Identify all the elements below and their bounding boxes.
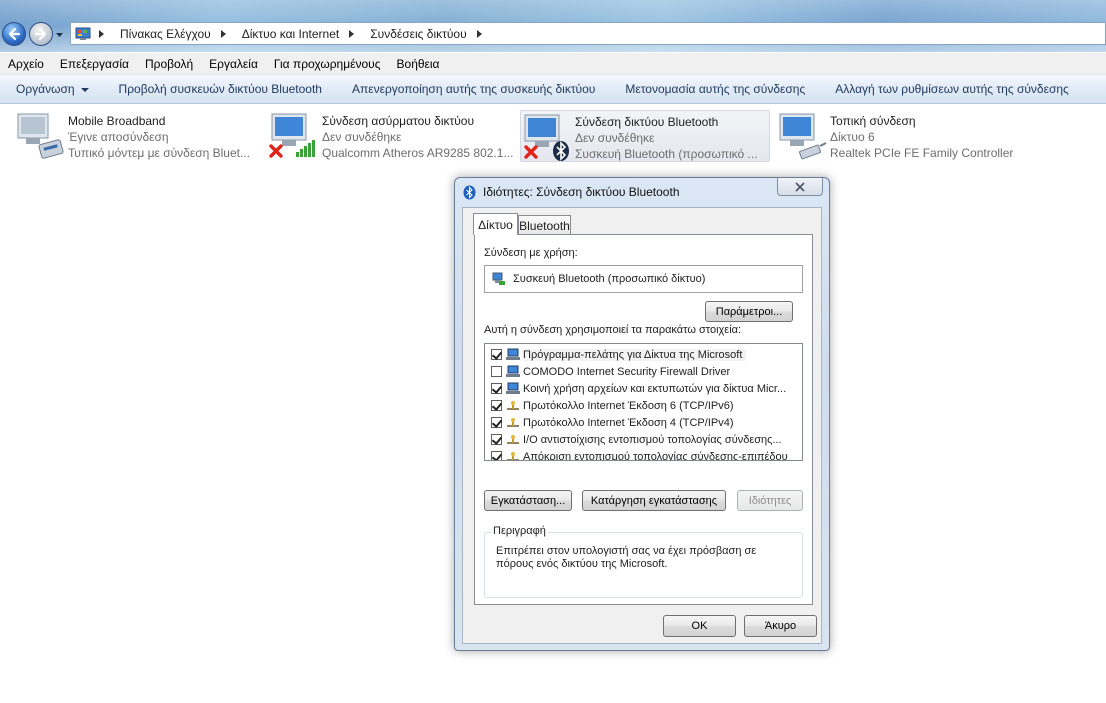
rename-connection-button[interactable]: Μετονομασία αυτής της σύνδεσης bbox=[610, 82, 820, 96]
connection-wireless[interactable]: Σύνδεση ασύρματου δικτύου Δεν συνδέθηκε … bbox=[268, 110, 518, 162]
arrow-left-icon bbox=[8, 27, 21, 41]
command-bar: Οργάνωση Προβολή συσκευών δικτύου Blueto… bbox=[0, 75, 1106, 104]
connection-mobile-broadband[interactable]: Mobile Broadband Έγινε αποσύνδεση Τυπικό… bbox=[14, 110, 264, 162]
menu-advanced[interactable]: Για προχωρημένους bbox=[266, 57, 389, 71]
connection-device: Qualcomm Atheros AR9285 802.1... bbox=[322, 146, 514, 160]
breadcrumb-network-connections[interactable]: Συνδέσεις δικτύου bbox=[370, 27, 491, 41]
network-adapter-icon bbox=[17, 113, 64, 159]
item-checkbox[interactable] bbox=[491, 366, 502, 377]
network-client-icon bbox=[505, 365, 523, 379]
connection-device: Τυπικό μόντεμ με σύνδεση Bluet... bbox=[68, 146, 250, 160]
connection-device: Realtek PCIe FE Family Controller bbox=[830, 146, 1014, 160]
menu-view[interactable]: Προβολή bbox=[137, 57, 201, 71]
organize-button[interactable]: Οργάνωση bbox=[0, 82, 104, 96]
network-client-icon bbox=[505, 382, 523, 396]
menu-edit[interactable]: Επεξεργασία bbox=[52, 57, 137, 71]
disable-device-button[interactable]: Απενεργοποίηση αυτής της συσκευής δικτύο… bbox=[337, 82, 610, 96]
properties-dialog: Ιδιότητες: Σύνδεση δικτύου Bluetooth Δίκ… bbox=[454, 177, 830, 651]
network-adapter-icon bbox=[492, 272, 505, 285]
item-label: Απόκριση εντοπισμού τοπολογίας σύνδεσης-… bbox=[523, 450, 788, 461]
breadcrumb-control-panel[interactable]: Πίνακας Ελέγχου bbox=[120, 27, 236, 41]
network-client-icon bbox=[505, 348, 523, 362]
item-label: Πρόγραμμα-πελάτης για Δίκτυα της Microso… bbox=[523, 348, 747, 361]
list-item[interactable]: Πρωτόκολλο Internet Έκδοση 6 (TCP/IPv6) bbox=[485, 397, 802, 414]
list-item[interactable]: Πρωτόκολλο Internet Έκδοση 4 (TCP/IPv4) bbox=[485, 414, 802, 431]
uninstall-button[interactable]: Κατάργηση εγκατάστασης bbox=[582, 490, 726, 511]
connection-status: Δεν συνδέθηκε bbox=[575, 131, 655, 145]
address-strip: Πίνακας Ελέγχου Δίκτυο και Internet Συνδ… bbox=[0, 0, 1106, 52]
item-label: Πρωτόκολλο Internet Έκδοση 4 (TCP/IPv4) bbox=[523, 416, 734, 429]
address-bar[interactable]: Πίνακας Ελέγχου Δίκτυο και Internet Συνδ… bbox=[70, 22, 1106, 45]
back-button[interactable] bbox=[2, 22, 26, 46]
close-icon bbox=[795, 181, 805, 192]
item-label: Κοινή χρήση αρχείων και εκτυπωτών για δί… bbox=[523, 382, 787, 395]
network-tab-page: Σύνδεση με χρήση: Συσκευή Bluetooth (προ… bbox=[474, 234, 813, 605]
item-checkbox[interactable] bbox=[491, 434, 502, 445]
breadcrumb-network-internet[interactable]: Δίκτυο και Internet bbox=[242, 27, 364, 41]
connection-name: Mobile Broadband bbox=[68, 114, 166, 128]
ethernet-adapter-icon bbox=[779, 113, 827, 160]
item-checkbox[interactable] bbox=[491, 451, 502, 460]
connection-name: Σύνδεση ασύρματου δικτύου bbox=[322, 114, 475, 128]
connection-status: Έγινε αποσύνδεση bbox=[68, 130, 169, 144]
connection-name: Σύνδεση δικτύου Bluetooth bbox=[575, 115, 719, 129]
device-field: Συσκευή Bluetooth (προσωπικό δίκτυο) bbox=[484, 265, 803, 293]
item-label: Πρωτόκολλο Internet Έκδοση 6 (TCP/IPv6) bbox=[523, 399, 734, 412]
connection-status: Δίκτυο 6 bbox=[830, 130, 875, 144]
bluetooth-adapter-icon bbox=[524, 114, 569, 161]
menu-tools[interactable]: Εργαλεία bbox=[201, 57, 266, 71]
arrow-right-icon bbox=[34, 27, 47, 41]
menu-bar: Αρχείο Επεξεργασία Προβολή Εργαλεία Για … bbox=[0, 53, 1106, 75]
protocol-icon bbox=[505, 416, 523, 430]
forward-button[interactable] bbox=[29, 22, 53, 46]
list-item[interactable]: Κοινή χρήση αρχείων και εκτυπωτών για δί… bbox=[485, 380, 802, 397]
device-name: Συσκευή Bluetooth (προσωπικό δίκτυο) bbox=[513, 273, 706, 285]
properties-button: Ιδιότητες bbox=[737, 490, 803, 511]
item-label: COMODO Internet Security Firewall Driver bbox=[523, 365, 731, 378]
connect-using-label: Σύνδεση με χρήση: bbox=[484, 247, 578, 259]
tab-bluetooth[interactable]: Bluetooth bbox=[518, 215, 571, 235]
control-panel-icon bbox=[75, 27, 91, 40]
connection-status: Δεν συνδέθηκε bbox=[322, 130, 402, 144]
connection-bluetooth[interactable]: Σύνδεση δικτύου Bluetooth Δεν συνδέθηκε … bbox=[520, 110, 770, 162]
breadcrumb-sep-root[interactable] bbox=[97, 29, 114, 38]
recent-pages-dropdown[interactable] bbox=[55, 30, 64, 39]
wireless-adapter-icon bbox=[269, 113, 315, 158]
item-checkbox[interactable] bbox=[491, 417, 502, 428]
configure-button[interactable]: Παράμετροι... bbox=[705, 301, 793, 322]
protocol-icon bbox=[505, 433, 523, 447]
list-item[interactable]: Απόκριση εντοπισμού τοπολογίας σύνδεσης-… bbox=[485, 448, 802, 461]
list-item[interactable]: COMODO Internet Security Firewall Driver bbox=[485, 363, 802, 380]
item-checkbox[interactable] bbox=[491, 349, 502, 360]
bluetooth-icon bbox=[463, 185, 476, 200]
description-group: Περιγραφή Επιτρέπει στον υπολογιστή σας … bbox=[484, 525, 803, 598]
items-label: Αυτή η σύνδεση χρησιμοποιεί τα παρακάτω … bbox=[484, 324, 742, 336]
protocol-icon bbox=[505, 450, 523, 460]
protocol-icon bbox=[505, 399, 523, 413]
item-checkbox[interactable] bbox=[491, 400, 502, 411]
dialog-title: Ιδιότητες: Σύνδεση δικτύου Bluetooth bbox=[483, 185, 680, 199]
tab-network[interactable]: Δίκτυο bbox=[473, 213, 518, 235]
item-label: I/O αντιστοίχισης εντοπισμού τοπολογίας … bbox=[523, 433, 782, 446]
dialog-body: Δίκτυο Bluetooth Σύνδεση με χρήση: Συσκε… bbox=[462, 207, 822, 644]
connection-name: Τοπική σύνδεση bbox=[830, 114, 916, 128]
close-button[interactable] bbox=[777, 178, 823, 196]
view-bluetooth-devices-button[interactable]: Προβολή συσκευών δικτύου Bluetooth bbox=[104, 82, 337, 96]
chevron-down-icon bbox=[80, 87, 89, 92]
menu-help[interactable]: Βοήθεια bbox=[389, 57, 448, 71]
list-item[interactable]: Πρόγραμμα-πελάτης για Δίκτυα της Microso… bbox=[485, 346, 802, 363]
description-text: Επιτρέπει στον υπολογιστή σας να έχει πρ… bbox=[496, 545, 757, 570]
ok-button[interactable]: OK bbox=[663, 615, 736, 637]
component-list: Πρόγραμμα-πελάτης για Δίκτυα της Microso… bbox=[484, 343, 803, 461]
cancel-button[interactable]: Άκυρο bbox=[744, 615, 817, 637]
install-button[interactable]: Εγκατάσταση... bbox=[484, 490, 572, 511]
connection-device: Συσκευή Bluetooth (προσωπικό ... bbox=[575, 147, 758, 161]
connection-local[interactable]: Τοπική σύνδεση Δίκτυο 6 Realtek PCIe FE … bbox=[776, 110, 1026, 162]
item-checkbox[interactable] bbox=[491, 383, 502, 394]
change-settings-button[interactable]: Αλλαγή των ρυθμίσεων αυτής της σύνδεσης bbox=[820, 82, 1084, 96]
list-item[interactable]: I/O αντιστοίχισης εντοπισμού τοπολογίας … bbox=[485, 431, 802, 448]
description-label: Περιγραφή bbox=[491, 525, 548, 537]
menu-file[interactable]: Αρχείο bbox=[0, 57, 52, 71]
